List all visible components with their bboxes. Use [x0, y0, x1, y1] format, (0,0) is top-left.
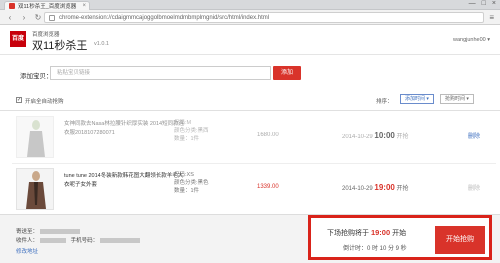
item-thumbnail[interactable]	[16, 116, 54, 158]
countdown-panel: 下场抢购将于 19:00 开始 倒计时：0 时 10 分 9 秒 开始抢购	[308, 215, 492, 260]
item-title[interactable]: 女神同款去Nasa林拉腰针织厚实装 2014短同款连衣服201810728007…	[64, 120, 188, 138]
auto-buy-label: 开启全自动抢购	[25, 99, 64, 105]
phone-label: 手机号码：	[70, 238, 99, 244]
menu-icon[interactable]: ≡	[489, 13, 494, 22]
delete-item-link[interactable]: 删除	[468, 183, 480, 192]
modify-address-link[interactable]: 修改地址	[16, 247, 38, 255]
phone-redacted	[100, 238, 141, 244]
item-link-input[interactable]: 粘贴宝贝链接	[50, 66, 271, 80]
footer-panel: 寄送至： 收件人： 手机号码： 修改地址 下场抢购将于 19:00 开始 倒计时…	[0, 214, 500, 263]
receiver-redacted	[40, 238, 67, 244]
delete-item-link[interactable]: 删除	[468, 131, 480, 140]
item-hour: 19:00	[374, 183, 395, 192]
page-icon	[49, 15, 55, 21]
add-item-button[interactable]: 添加	[273, 66, 301, 80]
dress-image-icon	[27, 120, 45, 157]
start-buying-button[interactable]: 开始抢购	[435, 226, 485, 254]
back-icon[interactable]: ‹	[6, 13, 14, 22]
reload-icon[interactable]: ↻	[34, 13, 42, 22]
window-controls: — □ ×	[469, 0, 496, 7]
item-price: 1339.00	[257, 184, 279, 190]
address-label: 寄送至：	[16, 229, 39, 235]
shipping-address: 寄送至：	[16, 227, 81, 235]
maximize-button[interactable]: □	[482, 0, 486, 7]
list-item: tune tune 2014冬装新款韩花图大翻领长款羊毛大衣呢子女外套 尺码:X…	[12, 163, 496, 213]
list-item: 女神同款去Nasa林拉腰针织厚实装 2014短同款连衣服201810728007…	[12, 112, 496, 162]
tab-title: 双11秒杀王_百度浏览器	[18, 4, 77, 10]
address-redacted	[40, 229, 81, 235]
auto-buy-checkbox[interactable]: ✓	[16, 97, 22, 103]
item-thumbnail[interactable]	[16, 168, 54, 210]
user-menu[interactable]: wangjunhe00 ▾	[453, 37, 490, 43]
countdown-timer: 倒计时：0 时 10 分 9 秒	[343, 246, 407, 252]
countdown-suffix: 开始	[392, 230, 407, 237]
add-item-label: 添加宝贝：	[20, 73, 53, 80]
countdown-title: 下场抢购将于 19:00 开始	[327, 228, 406, 238]
item-date: 2014-10-29	[342, 186, 373, 192]
app-logo: 百度	[10, 31, 26, 47]
item-buy-time: 2014-10-29 10:00 开抢	[342, 131, 409, 140]
sort-label: 排序：	[376, 99, 393, 105]
add-item-row: 添加宝贝： 粘贴宝贝链接 添加	[0, 55, 500, 89]
close-window-button[interactable]: ×	[492, 0, 496, 7]
address-bar: ‹ › ↻ chrome-extension://cdaigmmcajoggol…	[0, 10, 500, 25]
receiver-line: 收件人： 手机号码：	[16, 236, 141, 244]
url-input[interactable]: chrome-extension://cdaigmmcajoggolbmoelm…	[44, 12, 484, 23]
url-text: chrome-extension://cdaigmmcajoggolbmoelm…	[59, 15, 270, 21]
countdown-time: 19:00	[370, 228, 391, 237]
item-date: 2014-10-29	[342, 134, 373, 140]
app-version: v1.0.1	[94, 41, 109, 47]
tab-close-icon[interactable]: ×	[82, 3, 86, 9]
item-buy-time: 2014-10-29 19:00 开抢	[342, 183, 409, 192]
list-toolbar: ✓ 开启全自动抢购 排序： 添加时间 ▾ 抢购时间 ▾	[0, 89, 500, 111]
receiver-label: 收件人：	[16, 238, 39, 244]
item-start-text: 开抢	[396, 186, 409, 192]
sort-add-time-button[interactable]: 添加时间 ▾	[400, 94, 434, 104]
item-hour: 10:00	[374, 131, 395, 140]
item-spec: 尺码:M 颜色分类:黑西 数量：1件	[174, 120, 209, 142]
minimize-button[interactable]: —	[469, 0, 476, 7]
item-price: 1680.00	[257, 132, 279, 138]
item-start-text: 开抢	[396, 134, 409, 140]
item-title[interactable]: tune tune 2014冬装新款韩花图大翻领长款羊毛大衣呢子女外套	[64, 172, 188, 190]
coat-image-icon	[26, 171, 46, 209]
sort-buy-time-button[interactable]: 抢购时间 ▾	[440, 94, 474, 104]
countdown-prefix: 下场抢购将于	[327, 230, 369, 237]
browser-tab[interactable]: 双11秒杀王_百度浏览器 ×	[4, 1, 90, 10]
tab-favicon-icon	[9, 3, 15, 9]
browser-titlebar: 双11秒杀王_百度浏览器 × — □ ×	[0, 0, 500, 10]
app-title: 双11秒杀王	[32, 40, 88, 52]
forward-icon[interactable]: ›	[20, 13, 28, 22]
app-header: 百度 百度浏览器 双11秒杀王 v1.0.1 wangjunhe00 ▾	[0, 25, 500, 55]
item-spec: 尺码:XS 颜色分类:黑色 数量：1件	[174, 172, 209, 194]
